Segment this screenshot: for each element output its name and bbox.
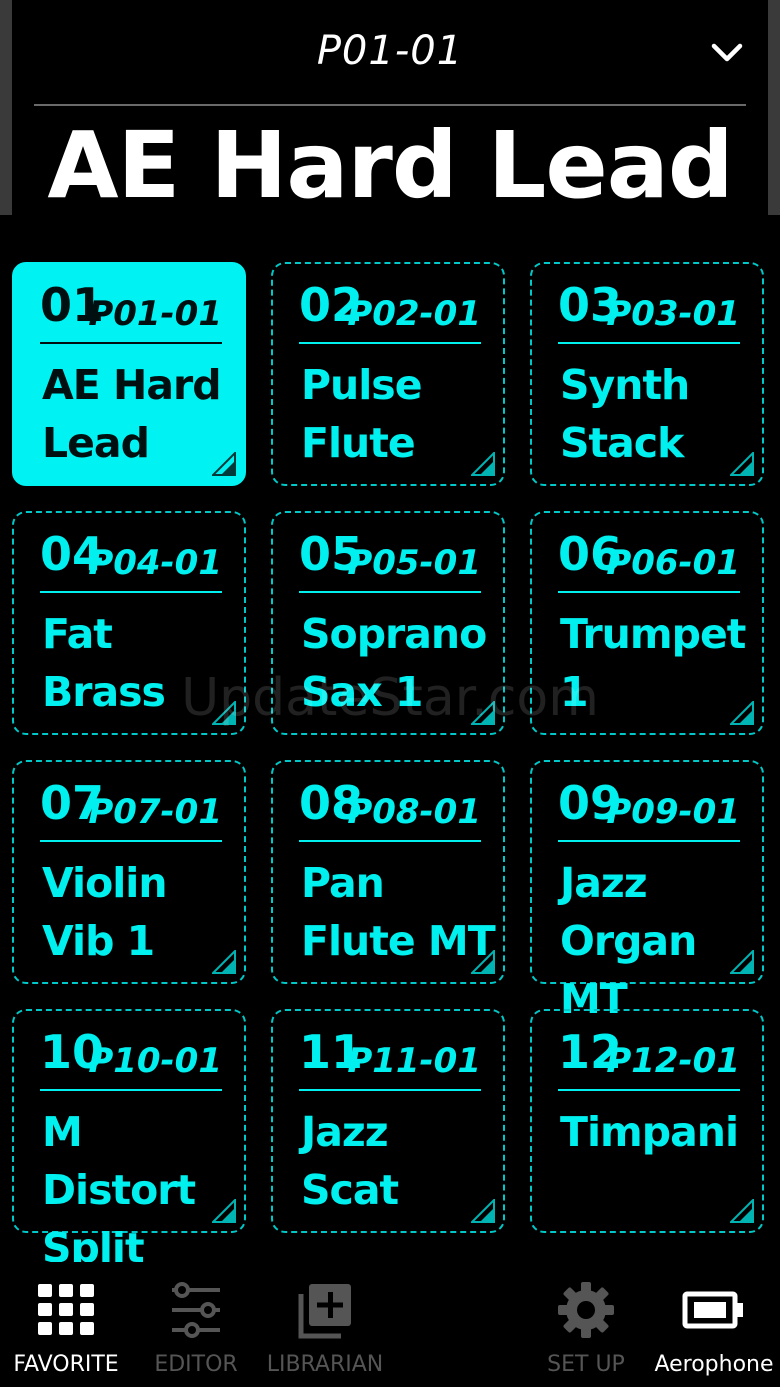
corner-edit-icon — [730, 701, 754, 725]
tile-patch-code: P12-01 — [606, 1041, 740, 1081]
tile-patch-code: P02-01 — [347, 294, 481, 334]
tile-patch-code: P09-01 — [606, 792, 740, 832]
bottom-nav: FAVORITE EDITOR LIBRARIAN SET UP Aeropho… — [0, 1262, 780, 1387]
tile-patch-code: P05-01 — [347, 543, 481, 583]
tile-underline — [40, 1089, 222, 1091]
current-patch-code: P01-01 — [316, 28, 464, 74]
favorite-tile-11[interactable]: 11 P11-01 Jazz Scat — [271, 1009, 505, 1233]
corner-edit-icon — [212, 950, 236, 974]
corner-edit-icon — [471, 701, 495, 725]
corner-edit-icon — [212, 452, 236, 476]
tile-underline — [558, 591, 740, 593]
tile-patch-code: P10-01 — [88, 1041, 222, 1081]
nav-librarian-label: LIBRARIAN — [266, 1352, 384, 1377]
chevron-down-icon[interactable] — [710, 36, 744, 70]
current-patch-name: AE Hard Lead — [47, 112, 733, 219]
tile-patch-name: Pulse Flute — [301, 361, 423, 467]
tile-patch-name: Violin Vib 1 — [42, 859, 168, 965]
favorite-tile-09[interactable]: 09 P09-01 Jazz Organ MT — [530, 760, 764, 1023]
favorite-tile-02[interactable]: 02 P02-01 Pulse Flute — [271, 262, 505, 486]
tile-underline — [299, 840, 481, 842]
tile-underline — [558, 342, 740, 344]
nav-editor[interactable]: EDITOR — [150, 1280, 242, 1387]
tile-underline — [558, 840, 740, 842]
tile-patch-code: P07-01 — [88, 792, 222, 832]
tile-underline — [40, 342, 222, 344]
tile-patch-name: Jazz Scat — [301, 1108, 399, 1214]
nav-aerophone[interactable]: Aerophone — [652, 1280, 776, 1387]
tile-patch-name: Timpani — [560, 1108, 739, 1156]
corner-edit-icon — [212, 1199, 236, 1223]
nav-librarian[interactable]: LIBRARIAN — [264, 1280, 386, 1387]
nav-favorite-label: FAVORITE — [13, 1352, 119, 1377]
corner-edit-icon — [471, 452, 495, 476]
tile-underline — [40, 591, 222, 593]
tile-patch-name: Soprano Sax 1 — [301, 610, 487, 716]
tile-patch-name: Fat Brass — [42, 610, 166, 716]
tile-patch-code: P04-01 — [88, 543, 222, 583]
favorite-tile-08[interactable]: 08 P08-01 Pan Flute MT — [271, 760, 505, 984]
tile-patch-code: P06-01 — [606, 543, 740, 583]
nav-setup-label: SET UP — [547, 1352, 625, 1377]
header-divider — [34, 104, 746, 106]
tile-patch-name: AE Hard Lead — [42, 361, 222, 467]
tile-patch-code: P01-01 — [88, 294, 222, 334]
tile-underline — [299, 342, 481, 344]
favorite-tile-05[interactable]: 05 P05-01 Soprano Sax 1 — [271, 511, 505, 735]
corner-edit-icon — [730, 950, 754, 974]
favorite-tile-07[interactable]: 07 P07-01 Violin Vib 1 — [12, 760, 246, 984]
tile-patch-name: M Distort Split — [42, 1108, 196, 1272]
tile-patch-code: P08-01 — [347, 792, 481, 832]
gear-icon — [558, 1282, 614, 1338]
tile-underline — [558, 1089, 740, 1091]
tile-patch-name: Pan Flute MT — [301, 859, 496, 965]
grid-icon — [38, 1284, 94, 1335]
tile-patch-name: Jazz Organ MT — [560, 859, 697, 1023]
tile-underline — [299, 591, 481, 593]
corner-edit-icon — [471, 950, 495, 974]
tile-patch-name: Trumpet 1 — [560, 610, 746, 716]
favorite-tile-06[interactable]: 06 P06-01 Trumpet 1 — [530, 511, 764, 735]
tile-patch-code: P11-01 — [347, 1041, 481, 1081]
corner-edit-icon — [730, 1199, 754, 1223]
nav-editor-label: EDITOR — [154, 1352, 238, 1377]
library-add-icon — [298, 1284, 351, 1339]
nav-favorite[interactable]: FAVORITE — [12, 1280, 120, 1387]
favorite-tile-10[interactable]: 10 P10-01 M Distort Split — [12, 1009, 246, 1272]
tile-patch-name: Synth Stack — [560, 361, 690, 467]
favorite-tile-03[interactable]: 03 P03-01 Synth Stack — [530, 262, 764, 486]
corner-edit-icon — [471, 1199, 495, 1223]
favorite-tile-12[interactable]: 12 P12-01 Timpani — [530, 1009, 764, 1233]
sliders-icon — [172, 1282, 220, 1338]
tile-underline — [299, 1089, 481, 1091]
favorite-grid: 01 P01-01 AE Hard Lead 02 P02-01 Pulse F… — [12, 262, 764, 1272]
patch-header: P01-01 AE Hard Lead — [0, 0, 780, 219]
nav-aerophone-label: Aerophone — [654, 1352, 774, 1377]
favorite-tile-01[interactable]: 01 P01-01 AE Hard Lead — [12, 262, 246, 486]
favorite-tile-04[interactable]: 04 P04-01 Fat Brass — [12, 511, 246, 735]
corner-edit-icon — [212, 701, 236, 725]
corner-edit-icon — [730, 452, 754, 476]
nav-setup[interactable]: SET UP — [540, 1280, 632, 1387]
tile-underline — [40, 840, 222, 842]
battery-icon — [682, 1291, 743, 1329]
tile-patch-code: P03-01 — [606, 294, 740, 334]
